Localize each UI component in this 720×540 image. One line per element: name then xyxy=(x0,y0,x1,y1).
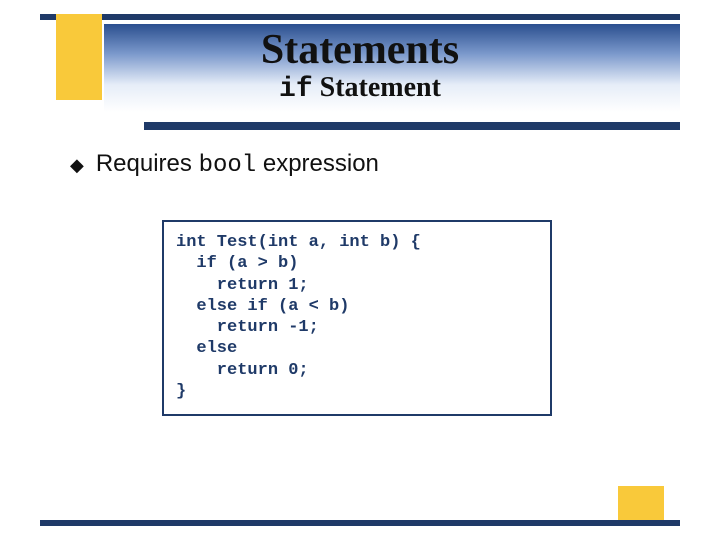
bullet-keyword: bool xyxy=(199,152,257,179)
code-content: int Test(int a, int b) { if (a > b) retu… xyxy=(176,232,538,402)
subtitle-keyword: if xyxy=(279,74,313,105)
bullet-marker-icon: ◆ xyxy=(70,156,84,174)
header-text-block: Statements if Statement xyxy=(40,24,680,105)
slide-title: Statements xyxy=(40,26,680,74)
bottom-border-rule xyxy=(40,520,680,526)
slide-body: ◆ Requires bool expression xyxy=(70,150,660,179)
header-underline-rule xyxy=(144,122,680,130)
top-border-rule xyxy=(40,14,680,20)
slide: Statements if Statement ◆ Requires bool … xyxy=(0,0,720,540)
bullet-text: Requires bool expression xyxy=(96,150,379,179)
bullet-prefix: Requires xyxy=(96,150,199,177)
slide-subtitle: if Statement xyxy=(40,72,680,105)
bullet-item: ◆ Requires bool expression xyxy=(70,150,660,179)
bullet-suffix: expression xyxy=(256,150,379,177)
code-example-box: int Test(int a, int b) { if (a > b) retu… xyxy=(162,220,552,416)
subtitle-rest: Statement xyxy=(313,72,441,103)
slide-header: Statements if Statement xyxy=(40,24,680,122)
